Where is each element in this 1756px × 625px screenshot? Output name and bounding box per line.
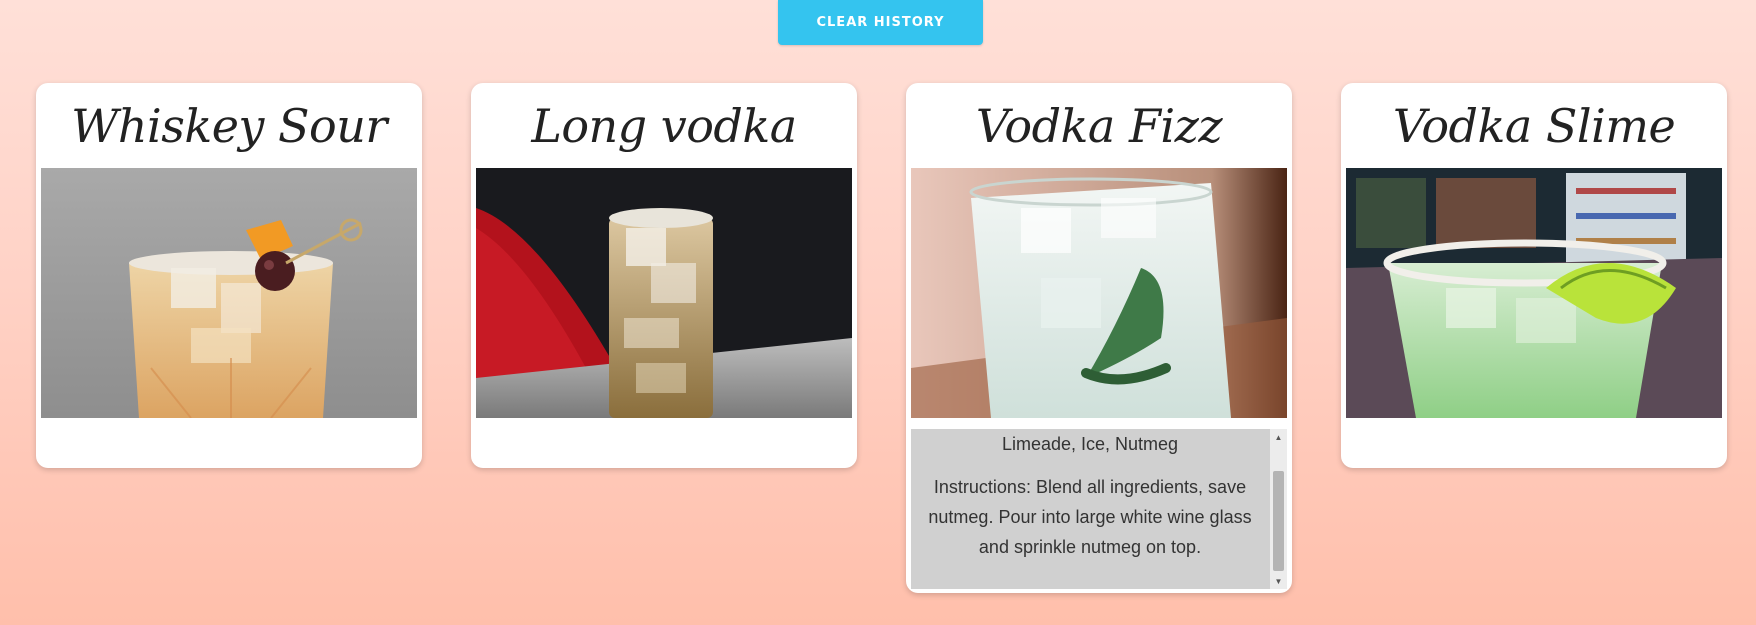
scroll-down-arrow-icon[interactable]: ▼: [1270, 573, 1287, 589]
drink-photo[interactable]: [1346, 168, 1722, 418]
drink-title: Long vodka: [531, 98, 797, 153]
drink-card-vodka-slime[interactable]: Vodka Slime: [1341, 83, 1727, 468]
ingredients-text: Limeade, Ice, Nutmeg: [1001, 434, 1179, 454]
scrollbar-thumb[interactable]: [1273, 471, 1284, 571]
drink-card-whiskey-sour[interactable]: Whiskey Sour: [36, 83, 422, 468]
whiskey-sour-image: [41, 168, 417, 418]
drink-photo[interactable]: [911, 168, 1287, 418]
long-vodka-image: [476, 168, 852, 418]
drink-title: Whiskey Sour: [71, 98, 387, 153]
drink-card-vodka-fizz[interactable]: Vodka Fizz Limeade, Ice, Nutmeg Instruct…: [906, 83, 1292, 593]
scrollbar[interactable]: ▲ ▼: [1270, 429, 1287, 589]
recipe-scroll-area[interactable]: Limeade, Ice, Nutmeg Instructions: Blend…: [911, 429, 1287, 589]
drink-title: Vodka Fizz: [975, 98, 1223, 153]
drink-title: Vodka Slime: [1392, 98, 1676, 153]
drink-card-long-vodka[interactable]: Long vodka: [471, 83, 857, 468]
drink-photo[interactable]: [476, 168, 852, 418]
instructions-text: Instructions: Blend all ingredients, sav…: [928, 477, 1252, 557]
recipe-text: Limeade, Ice, Nutmeg Instructions: Blend…: [911, 429, 1269, 562]
drink-photo[interactable]: [41, 168, 417, 418]
vodka-slime-image: [1346, 168, 1722, 418]
clear-history-button[interactable]: CLEAR HISTORY: [778, 0, 983, 45]
vodka-fizz-image: [911, 168, 1287, 418]
scroll-up-arrow-icon[interactable]: ▲: [1270, 429, 1287, 445]
